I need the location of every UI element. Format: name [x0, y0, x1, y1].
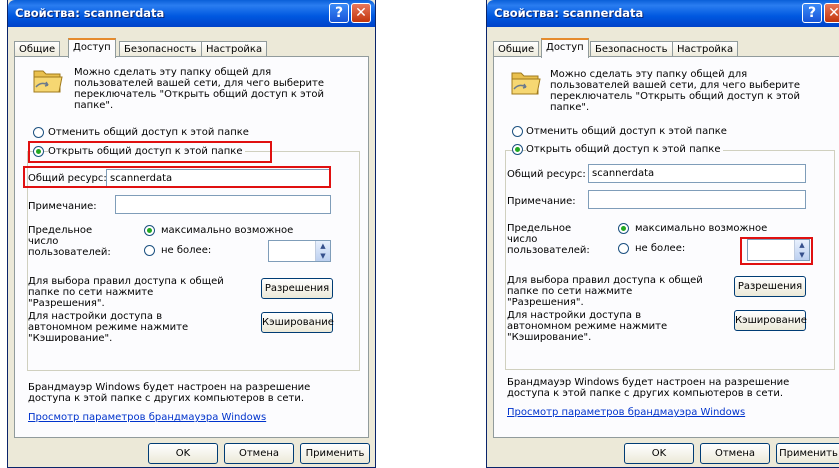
- window-title: Свойства: scannerdata: [494, 6, 644, 20]
- firewall-link[interactable]: Просмотр параметров брандмауэра Windows: [28, 412, 266, 423]
- max-users-radio[interactable]: [144, 225, 155, 236]
- close-button[interactable]: ✕: [824, 3, 839, 23]
- max-users-label: максимально возможное: [635, 223, 768, 234]
- window-title: Свойства: scannerdata: [15, 6, 165, 20]
- caching-text: Для настройки доступа в автономном режим…: [507, 310, 668, 343]
- limit-users-radio[interactable]: [618, 243, 629, 254]
- info-text: Можно сделать эту папку общей для пользо…: [550, 69, 801, 113]
- share-name-input[interactable]: scannerdata: [588, 164, 806, 183]
- properties-dialog-left: Свойства: scannerdata ? ✕ Общие Доступ Б…: [7, 0, 376, 468]
- sharing-panel: Можно сделать эту папку общей для пользо…: [493, 56, 839, 438]
- sharing-panel: Можно сделать эту папку общей для пользо…: [14, 56, 369, 438]
- info-text: Можно сделать эту папку общей для пользо…: [74, 67, 325, 111]
- cancel-button[interactable]: Отмена: [224, 443, 294, 464]
- share-radio[interactable]: [512, 144, 523, 155]
- ok-button[interactable]: OK: [624, 443, 694, 464]
- permissions-button[interactable]: Разрешения: [734, 276, 806, 297]
- share-name-label: Общий ресурс:: [507, 169, 586, 180]
- tab-sharing[interactable]: Доступ: [541, 38, 589, 58]
- max-users-radio[interactable]: [618, 223, 629, 234]
- tab-sharing[interactable]: Доступ: [68, 38, 116, 58]
- help-button[interactable]: ?: [802, 3, 822, 23]
- close-button[interactable]: ✕: [351, 3, 371, 23]
- user-limit-label: Предельное число пользователей:: [507, 223, 590, 256]
- permissions-text: Для выбора правил доступа к общей папке …: [507, 275, 703, 308]
- cancel-button[interactable]: Отмена: [700, 443, 770, 464]
- tab-general[interactable]: Общие: [493, 41, 540, 57]
- limit-users-label: не более:: [635, 243, 686, 254]
- comment-input[interactable]: [115, 195, 331, 214]
- share-radio[interactable]: [33, 146, 44, 157]
- user-limit-spinner[interactable]: ▲ ▼: [794, 240, 809, 260]
- tab-settings[interactable]: Настройка: [201, 41, 268, 57]
- comment-input[interactable]: [588, 190, 806, 209]
- firewall-link[interactable]: Просмотр параметров брандмауэра Windows: [507, 407, 745, 418]
- share-label: Открыть общий доступ к этой папке: [48, 146, 246, 157]
- properties-dialog-right: Свойства: scannerdata ? ✕ Общие Доступ Б…: [486, 0, 839, 468]
- shared-folder-icon: [511, 72, 541, 95]
- ok-button[interactable]: OK: [148, 443, 218, 464]
- shared-folder-icon: [33, 70, 63, 93]
- tab-security[interactable]: Безопасность: [590, 41, 673, 57]
- share-label: Открыть общий доступ к этой папке: [526, 144, 724, 155]
- share-name-input[interactable]: scannerdata: [106, 169, 331, 188]
- firewall-text: Брандмауэр Windows будет настроен на раз…: [28, 382, 311, 404]
- title-bar[interactable]: Свойства: scannerdata ? ✕: [487, 0, 839, 27]
- limit-users-radio[interactable]: [144, 245, 155, 256]
- caching-button[interactable]: Кэширование: [261, 312, 334, 333]
- comment-label: Примечание:: [507, 196, 576, 207]
- no-share-label: Отменить общий доступ к этой папке: [48, 127, 249, 138]
- permissions-button[interactable]: Разрешения: [261, 278, 333, 299]
- tab-settings[interactable]: Настройка: [672, 41, 739, 57]
- apply-button[interactable]: Применить: [776, 443, 839, 464]
- user-limit-label: Предельное число пользователей:: [28, 225, 111, 258]
- caching-text: Для настройки доступа в автономном режим…: [28, 311, 189, 344]
- no-share-radio[interactable]: [33, 127, 44, 138]
- user-limit-spinner[interactable]: ▲ ▼: [315, 241, 330, 261]
- no-share-label: Отменить общий доступ к этой папке: [526, 126, 727, 137]
- tab-security[interactable]: Безопасность: [119, 41, 202, 57]
- title-bar[interactable]: Свойства: scannerdata ? ✕: [8, 0, 375, 27]
- max-users-label: максимально возможное: [161, 225, 294, 236]
- apply-button[interactable]: Применить: [300, 443, 370, 464]
- firewall-text: Брандмауэр Windows будет настроен на раз…: [507, 377, 790, 399]
- caching-button[interactable]: Кэширование: [734, 310, 807, 331]
- limit-users-label: не более:: [161, 245, 212, 256]
- share-name-label: Общий ресурс:: [28, 173, 107, 184]
- comment-label: Примечание:: [28, 201, 97, 212]
- help-button[interactable]: ?: [329, 3, 349, 23]
- no-share-radio[interactable]: [512, 126, 523, 137]
- permissions-text: Для выбора правил доступа к общей папке …: [28, 276, 224, 309]
- tab-general[interactable]: Общие: [14, 41, 61, 57]
